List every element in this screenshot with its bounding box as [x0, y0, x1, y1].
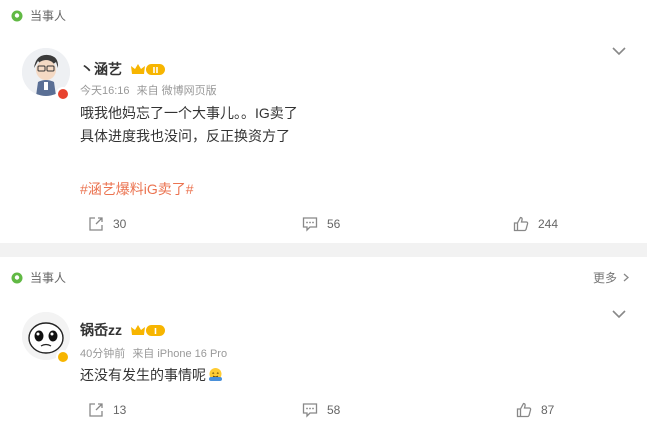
like-count: 244 — [538, 217, 559, 231]
verified-badge-icon — [56, 87, 70, 101]
user-name[interactable]: 锅岙zz — [80, 320, 122, 340]
comment-count: 58 — [327, 403, 341, 417]
verified-badge-icon — [56, 350, 70, 364]
post-time[interactable]: 今天16:16 — [80, 85, 130, 97]
chevron-right-icon — [623, 273, 629, 282]
user-name-row: 丶涵艺 II — [80, 59, 167, 79]
post-meta: 40分钟前 来自 iPhone 16 Pro — [80, 345, 227, 361]
comment-button[interactable]: 56 — [302, 216, 340, 232]
post-card-2: 当事人 更多 锅岙zz I 40分钟前 来自 iPhone 16 Pro 还没有… — [0, 257, 647, 429]
post-text: 还没有发生的事情呢 — [80, 367, 206, 383]
share-count: 13 — [113, 403, 127, 417]
post-text-line: 还没有发生的事情呢 — [80, 366, 223, 384]
more-link[interactable]: 更多 — [593, 269, 629, 286]
more-label: 更多 — [592, 271, 617, 285]
post-text-line: 具体进度我也没问，反正换资方了 — [80, 128, 290, 144]
comment-count: 56 — [327, 217, 341, 231]
vip-crown-icon[interactable]: I — [129, 323, 167, 337]
svg-text:II: II — [153, 66, 159, 75]
post-source: 来自 iPhone 16 Pro — [132, 348, 228, 360]
share-icon — [89, 217, 103, 231]
user-name[interactable]: 丶涵艺 — [80, 59, 122, 79]
share-icon — [89, 403, 103, 417]
hug-emoji-icon — [209, 368, 222, 381]
vip-crown-icon[interactable]: II — [129, 62, 167, 76]
comment-button[interactable]: 58 — [302, 402, 340, 418]
location-pin-icon — [11, 10, 23, 21]
section-header: 当事人 — [11, 269, 66, 286]
post-time[interactable]: 40分钟前 — [80, 348, 125, 360]
comment-icon — [302, 217, 318, 232]
location-pin-icon — [11, 272, 23, 283]
user-name-row: 锅岙zz I — [80, 320, 167, 340]
like-button[interactable]: 244 — [513, 216, 558, 232]
post-text-line: 哦我他妈忘了一个大事儿。。IG卖了 — [80, 105, 298, 121]
like-button[interactable]: 87 — [516, 402, 554, 418]
comment-icon — [302, 403, 318, 418]
section-label: 当事人 — [30, 9, 67, 23]
section-header: 当事人 — [11, 7, 66, 24]
card-separator — [0, 243, 647, 257]
svg-text:I: I — [154, 327, 157, 336]
chevron-down-icon[interactable] — [612, 47, 626, 56]
chevron-down-icon[interactable] — [612, 310, 626, 319]
thumbs-up-icon — [513, 216, 529, 232]
post-meta: 今天16:16 来自 微博网页版 — [80, 82, 217, 98]
topic-hashtag-link[interactable]: #涵艺爆料iG卖了# — [80, 179, 194, 199]
share-button[interactable]: 13 — [88, 402, 126, 418]
post-card-1: 当事人 丶涵艺 II 今天16:16 来自 微博网页版 哦我他妈忘了一个大事儿。… — [0, 0, 647, 243]
section-label: 当事人 — [30, 271, 67, 285]
like-count: 87 — [541, 403, 555, 417]
share-count: 30 — [113, 217, 127, 231]
share-button[interactable]: 30 — [88, 216, 126, 232]
post-source: 来自 微博网页版 — [136, 85, 217, 97]
thumbs-up-icon — [516, 402, 532, 418]
